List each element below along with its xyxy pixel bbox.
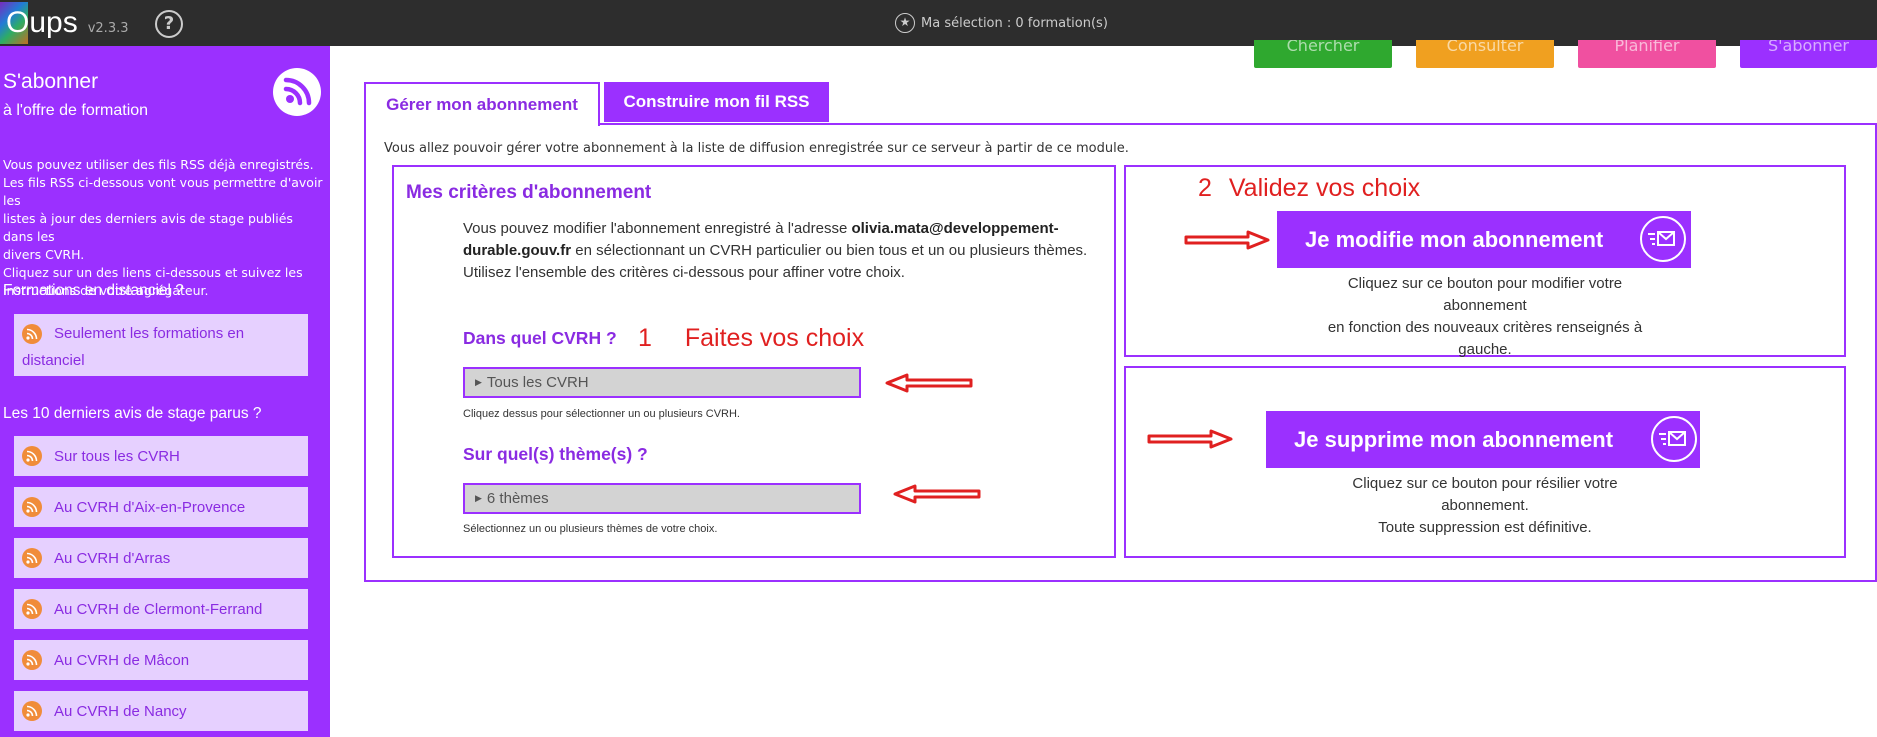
rss-icon [22, 548, 42, 568]
rss-icon [22, 701, 42, 721]
delete-subscription-button[interactable]: Je supprime mon abonnement [1266, 411, 1700, 468]
selection-text: Ma sélection : 0 formation(s) [921, 15, 1108, 31]
sidebar-item-nancy[interactable]: Au CVRH de Nancy [14, 691, 308, 731]
intro-line: Cliquez sur un des liens ci-dessous et s… [3, 265, 303, 280]
search-nav-button[interactable]: Chercher [1254, 40, 1392, 68]
consult-nav-button[interactable]: Consulter [1416, 40, 1554, 68]
sidebar-item-label: Seulement les formations en distanciel [22, 320, 245, 374]
criteria-description: Vous pouvez modifier l'abonnement enregi… [463, 218, 1113, 284]
delete-button-label: Je supprime mon abonnement [1294, 426, 1614, 452]
description-line: en fonction des nouveaux critères rensei… [1327, 319, 1643, 358]
right-arrow-icon [1147, 429, 1233, 449]
cvrh-hint: Cliquez dessus pour sélectionner un ou p… [463, 408, 740, 420]
sidebar-item-distanciel[interactable]: Seulement les formations en distanciel [14, 314, 308, 376]
rss-icon [22, 497, 42, 517]
rss-icon [22, 650, 42, 670]
annotation-text: Validez vos choix [1228, 174, 1421, 202]
themes-select[interactable]: ▶ 6 thèmes [463, 483, 861, 514]
criteria-title: Mes critères d'abonnement [406, 182, 652, 203]
tab-manage-subscription[interactable]: Gérer mon abonnement [364, 82, 600, 126]
subscription-email: olivia.mata@developpement- [851, 220, 1059, 237]
annotation-text: Faites vos choix [684, 324, 865, 352]
plan-nav-button[interactable]: Planifier [1578, 40, 1716, 68]
mail-icon [1651, 416, 1697, 462]
sidebar-item-label: Au CVRH d'Arras [54, 549, 171, 567]
left-arrow-icon [885, 373, 973, 393]
panel-intro: Vous allez pouvoir gérer votre abonnemen… [384, 141, 1129, 156]
description-line: Toute suppression est définitive. [1378, 519, 1592, 536]
cvrh-select-value: Tous les CVRH [486, 374, 589, 391]
cvrh-question: Dans quel CVRH ? [463, 328, 617, 348]
rss-icon [22, 324, 42, 344]
caret-right-icon: ▶ [475, 493, 482, 503]
section-avis: Les 10 derniers avis de stage parus ? [3, 405, 262, 422]
annotation-number: 1 [638, 324, 652, 352]
sidebar-item-aix[interactable]: Au CVRH d'Aix-en-Provence [14, 487, 308, 527]
sidebar-item-tous[interactable]: Sur tous les CVRH [14, 436, 308, 476]
criteria-text: Vous pouvez modifier l'abonnement enregi… [463, 220, 848, 237]
description-line: Cliquez sur ce bouton pour résilier votr… [1352, 475, 1618, 514]
modify-subscription-button[interactable]: Je modifie mon abonnement [1277, 211, 1691, 268]
label-line: distanciel [22, 352, 85, 369]
subscription-email-domain: durable.gouv.fr [463, 242, 572, 259]
tab-build-rss[interactable]: Construire mon fil RSS [604, 82, 829, 122]
label-line: Seulement les formations en [54, 325, 245, 342]
intro-line: Les fils RSS ci-dessous vont vous permet… [3, 175, 323, 208]
caret-right-icon: ▶ [475, 377, 482, 387]
intro-line: Vous pouvez utiliser des fils RSS déjà e… [3, 157, 314, 172]
criteria-text: en sélectionnant un CVRH particulier ou … [575, 242, 1088, 259]
sidebar-item-macon[interactable]: Au CVRH de Mâcon [14, 640, 308, 680]
star-icon: ★ [895, 13, 915, 33]
sidebar-item-label: Au CVRH de Mâcon [54, 651, 190, 669]
sidebar-item-label: Sur tous les CVRH [54, 447, 180, 465]
modify-description: Cliquez sur ce bouton pour modifier votr… [1310, 273, 1660, 361]
left-arrow-icon [893, 484, 981, 504]
sidebar-item-label: Au CVRH de Nancy [54, 702, 187, 720]
sidebar-item-label: Au CVRH de Clermont-Ferrand [54, 600, 263, 618]
criteria-text: Utilisez l'ensemble des critères ci-dess… [463, 264, 905, 281]
themes-question: Sur quel(s) thème(s) ? [463, 444, 648, 464]
rss-icon [22, 446, 42, 466]
selection-indicator[interactable]: ★ Ma sélection : 0 formation(s) [895, 13, 1108, 33]
rss-icon [273, 68, 321, 116]
themes-hint: Sélectionnez un ou plusieurs thèmes de v… [463, 523, 718, 535]
right-arrow-icon [1184, 230, 1270, 250]
delete-description: Cliquez sur ce bouton pour résilier votr… [1310, 473, 1660, 539]
app-name: Oups [6, 6, 78, 39]
intro-line: divers CVRH. [3, 247, 85, 262]
sidebar-item-label: Au CVRH d'Aix-en-Provence [54, 498, 246, 516]
annotation-step2: 2 Validez vos choix [1198, 174, 1420, 203]
description-line: Cliquez sur ce bouton pour modifier votr… [1347, 275, 1623, 314]
cvrh-select[interactable]: ▶ Tous les CVRH [463, 367, 861, 398]
themes-select-value: 6 thèmes [486, 490, 549, 507]
annotation-number: 2 [1198, 174, 1212, 202]
annotation-step1: 1 Faites vos choix [638, 324, 864, 353]
mail-icon [1640, 216, 1686, 262]
modify-button-label: Je modifie mon abonnement [1305, 226, 1604, 252]
sidebar-intro: Vous pouvez utiliser des fils RSS déjà e… [3, 156, 323, 300]
subscribe-nav-button[interactable]: S'abonner [1740, 40, 1877, 68]
sidebar-item-clermont[interactable]: Au CVRH de Clermont-Ferrand [14, 589, 308, 629]
app-logo[interactable]: Oups v2.3.3 [0, 2, 129, 44]
rss-icon [22, 599, 42, 619]
intro-line: listes à jour des derniers avis de stage… [3, 211, 293, 244]
sidebar-item-arras[interactable]: Au CVRH d'Arras [14, 538, 308, 578]
section-distanciel: Formations en distanciel ? [3, 282, 184, 299]
sidebar-subtitle: à l'offre de formation [3, 102, 149, 119]
app-version: v2.3.3 [87, 21, 129, 36]
sidebar: S'abonner à l'offre de formation Vous po… [0, 46, 330, 737]
help-icon[interactable]: ? [155, 10, 183, 38]
sidebar-title: S'abonner [3, 70, 99, 93]
